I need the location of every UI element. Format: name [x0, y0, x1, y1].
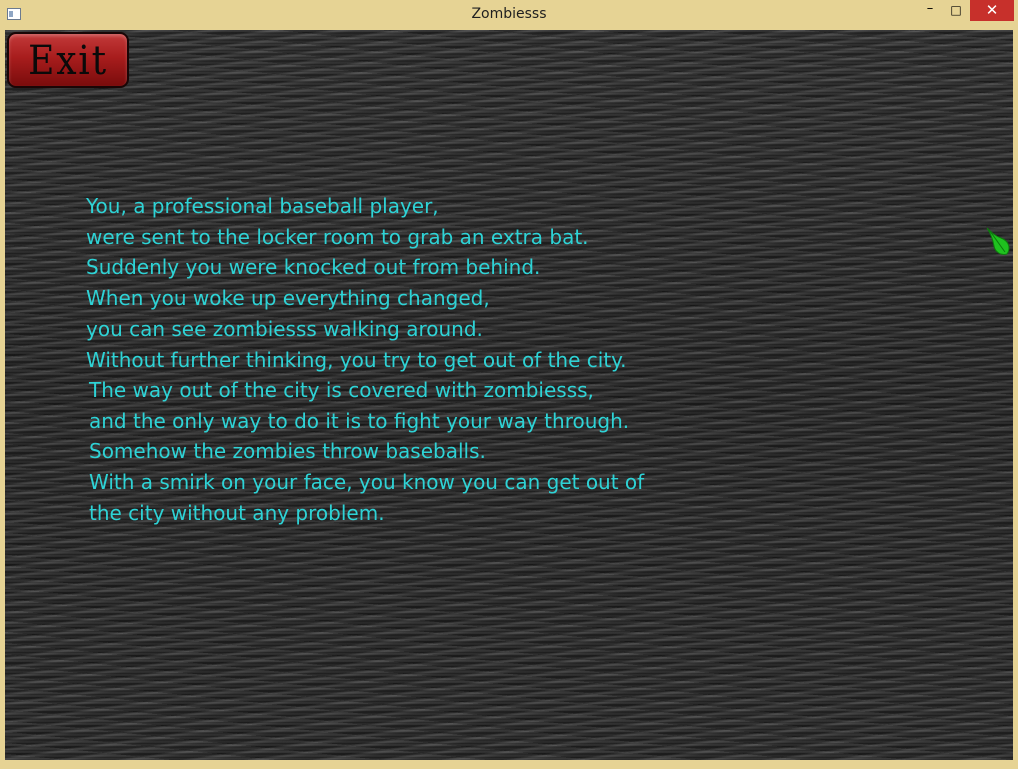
- exit-button-label: Exit: [28, 38, 108, 84]
- story-line: Without further thinking, you try to get…: [86, 348, 627, 372]
- story-line: the city without any problem.: [89, 501, 385, 525]
- app-window: Zombiesss – □ ✕ Exit You, a professional…: [0, 0, 1018, 769]
- exit-button[interactable]: Exit: [7, 32, 129, 88]
- story-line: The way out of the city is covered with …: [89, 378, 594, 402]
- minimize-button[interactable]: –: [917, 0, 943, 21]
- story-line: With a smirk on your face, you know you …: [89, 470, 645, 494]
- story-line: and the only way to do it is to fight yo…: [89, 409, 630, 433]
- story-line: Suddenly you were knocked out from behin…: [86, 255, 541, 279]
- story-line: were sent to the locker room to grab an …: [86, 225, 589, 249]
- story-line: you can see zombiesss walking around.: [86, 317, 483, 341]
- title-bar[interactable]: Zombiesss – □ ✕: [0, 0, 1018, 30]
- window-bottom-border: [0, 760, 1018, 769]
- green-leaf-icon: [986, 227, 1010, 255]
- story-line: When you woke up everything changed,: [86, 286, 490, 310]
- close-button[interactable]: ✕: [970, 0, 1014, 21]
- story-line: Somehow the zombies throw baseballs.: [89, 439, 486, 463]
- window-title: Zombiesss: [471, 6, 547, 22]
- maximize-button[interactable]: □: [943, 0, 969, 21]
- story-line: You, a professional baseball player,: [86, 194, 439, 218]
- game-canvas: Exit You, a professional baseball player…: [5, 30, 1013, 760]
